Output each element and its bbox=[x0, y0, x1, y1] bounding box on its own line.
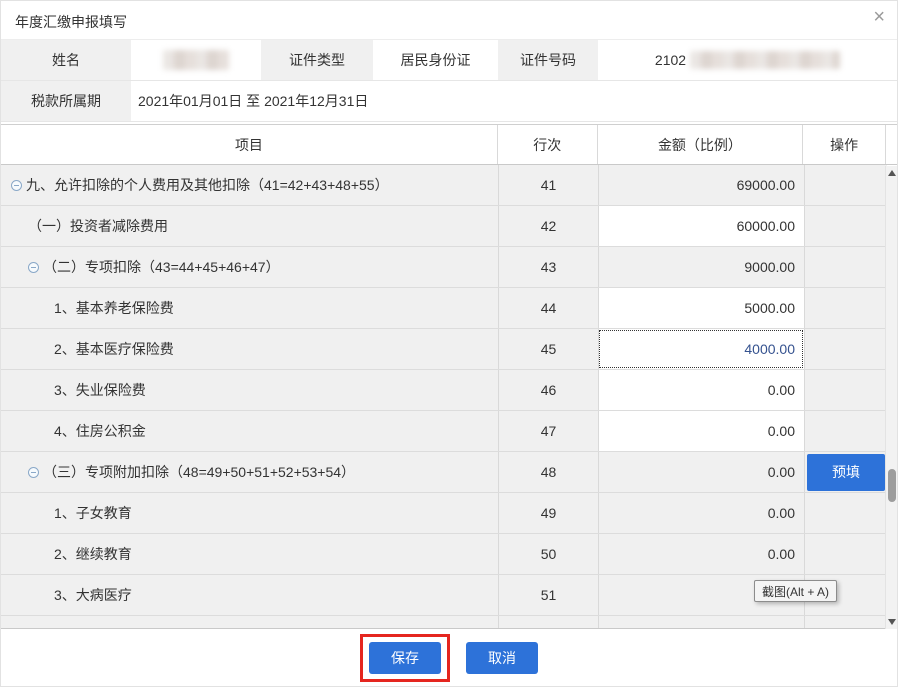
amount-input[interactable]: 0.00 bbox=[598, 370, 804, 410]
line-no-cell: 44 bbox=[498, 288, 598, 328]
scrollbar-thumb[interactable] bbox=[888, 469, 896, 502]
id-type-value: 居民身份证 bbox=[373, 40, 498, 80]
line-no-cell: 49 bbox=[498, 493, 598, 533]
operation-cell bbox=[804, 370, 887, 410]
operation-cell bbox=[804, 288, 887, 328]
table-row: 1、基本养老保险费 44 5000.00 bbox=[1, 288, 897, 329]
table-row: 2、继续教育 50 0.00 bbox=[1, 534, 897, 575]
item-cell: 1、子女教育 bbox=[1, 493, 498, 533]
period-value: 2021年01月01日 至 2021年12月31日 bbox=[131, 81, 897, 121]
item-cell: （二）专项扣除（43=44+45+46+47） bbox=[1, 247, 498, 287]
operation-cell bbox=[804, 534, 887, 574]
line-no-cell: 45 bbox=[498, 329, 598, 369]
taxpayer-info: 姓名 证件类型 居民身份证 证件号码 2102 税款所属期 2021年01月01… bbox=[1, 40, 897, 122]
close-icon[interactable]: × bbox=[873, 7, 885, 27]
name-label: 姓名 bbox=[1, 40, 131, 80]
amount-input[interactable]: 60000.00 bbox=[598, 206, 804, 246]
line-no-cell: 43 bbox=[498, 247, 598, 287]
operation-cell bbox=[804, 493, 887, 533]
prefill-button[interactable]: 预填 bbox=[807, 454, 885, 491]
header-operation: 操作 bbox=[802, 125, 885, 164]
line-no-cell: 41 bbox=[498, 165, 598, 205]
line-no-cell: 51 bbox=[498, 575, 598, 615]
amount-cell: 0.00 bbox=[598, 493, 804, 533]
annotation-highlight-box: 保存 bbox=[360, 634, 450, 682]
item-cell: （三）专项附加扣除（48=49+50+51+52+53+54） bbox=[1, 452, 498, 492]
name-value bbox=[131, 40, 261, 80]
item-cell: 2、继续教育 bbox=[1, 534, 498, 574]
amount-cell: 69000.00 bbox=[598, 165, 804, 205]
info-row-identity: 姓名 证件类型 居民身份证 证件号码 2102 bbox=[1, 40, 897, 81]
table-row: （三）专项附加扣除（48=49+50+51+52+53+54） 48 0.00 … bbox=[1, 452, 897, 493]
header-item: 项目 bbox=[1, 125, 497, 164]
deduction-table: 项目 行次 金额（比例） 操作 九、允许扣除的个人费用及其他扣除（41=42+4… bbox=[1, 124, 897, 629]
line-no-cell: 47 bbox=[498, 411, 598, 451]
table-header: 项目 行次 金额（比例） 操作 bbox=[1, 125, 897, 165]
screenshot-tooltip: 截图(Alt + A) bbox=[754, 580, 837, 602]
id-type-label: 证件类型 bbox=[261, 40, 373, 80]
amount-cell: 0.00 bbox=[598, 534, 804, 574]
table-row: 3、失业保险费 46 0.00 bbox=[1, 370, 897, 411]
item-cell: 九、允许扣除的个人费用及其他扣除（41=42+43+48+55） bbox=[1, 165, 498, 205]
operation-cell bbox=[804, 329, 887, 369]
id-number-prefix: 2102 bbox=[655, 52, 686, 68]
item-cell: 4、住房公积金 bbox=[1, 411, 498, 451]
operation-cell: 预填 bbox=[804, 452, 887, 492]
operation-cell bbox=[804, 411, 887, 451]
dialog-footer: 保存 取消 bbox=[1, 629, 897, 686]
scroll-down-icon[interactable] bbox=[888, 619, 896, 625]
id-number-label: 证件号码 bbox=[498, 40, 598, 80]
vertical-scrollbar[interactable] bbox=[885, 166, 897, 629]
collapse-icon[interactable] bbox=[28, 262, 39, 273]
dialog-titlebar: 年度汇缴申报填写 × bbox=[1, 1, 897, 40]
header-amount: 金额（比例） bbox=[597, 125, 803, 164]
line-no-cell: 48 bbox=[498, 452, 598, 492]
annual-settlement-dialog: 年度汇缴申报填写 × 姓名 证件类型 居民身份证 证件号码 2102 税款所属期… bbox=[0, 0, 898, 687]
dialog-title: 年度汇缴申报填写 bbox=[15, 12, 127, 32]
table-row: （一）投资者减除费用 42 60000.00 bbox=[1, 206, 897, 247]
table-row: 九、允许扣除的个人费用及其他扣除（41=42+43+48+55） 41 6900… bbox=[1, 165, 897, 206]
item-cell: 2、基本医疗保险费 bbox=[1, 329, 498, 369]
table-row: 4、住房公积金 47 0.00 bbox=[1, 411, 897, 452]
collapse-icon[interactable] bbox=[28, 467, 39, 478]
save-button[interactable]: 保存 bbox=[369, 642, 441, 674]
item-cell: （一）投资者减除费用 bbox=[1, 206, 498, 246]
line-no-cell: 46 bbox=[498, 370, 598, 410]
collapse-icon[interactable] bbox=[11, 180, 22, 191]
amount-cell: 0.00 bbox=[598, 452, 804, 492]
table-row: 1、子女教育 49 0.00 bbox=[1, 493, 897, 534]
item-cell: 1、基本养老保险费 bbox=[1, 288, 498, 328]
operation-cell bbox=[804, 165, 887, 205]
line-no-cell: 50 bbox=[498, 534, 598, 574]
table-row: （二）专项扣除（43=44+45+46+47） 43 9000.00 bbox=[1, 247, 897, 288]
table-row: 2、基本医疗保险费 45 4000.00 bbox=[1, 329, 897, 370]
item-cell: 3、失业保险费 bbox=[1, 370, 498, 410]
amount-cell: 9000.00 bbox=[598, 247, 804, 287]
item-cell: 3、大病医疗 bbox=[1, 575, 498, 615]
id-number-value: 2102 bbox=[598, 40, 897, 80]
redacted-id-number bbox=[690, 51, 840, 69]
line-no-cell: 42 bbox=[498, 206, 598, 246]
table-row-clipped bbox=[1, 616, 897, 629]
operation-cell bbox=[804, 247, 887, 287]
operation-cell bbox=[804, 206, 887, 246]
redacted-name-value bbox=[163, 50, 229, 70]
header-scroll-gutter bbox=[885, 125, 897, 164]
info-row-period: 税款所属期 2021年01月01日 至 2021年12月31日 bbox=[1, 81, 897, 122]
amount-input[interactable]: 5000.00 bbox=[598, 288, 804, 328]
cancel-button[interactable]: 取消 bbox=[466, 642, 538, 674]
period-label: 税款所属期 bbox=[1, 81, 131, 121]
amount-input-focused[interactable]: 4000.00 bbox=[598, 329, 804, 369]
scroll-up-icon[interactable] bbox=[888, 170, 896, 176]
header-line-no: 行次 bbox=[497, 125, 597, 164]
amount-input[interactable]: 0.00 bbox=[598, 411, 804, 451]
table-body: 九、允许扣除的个人费用及其他扣除（41=42+43+48+55） 41 6900… bbox=[1, 165, 897, 629]
